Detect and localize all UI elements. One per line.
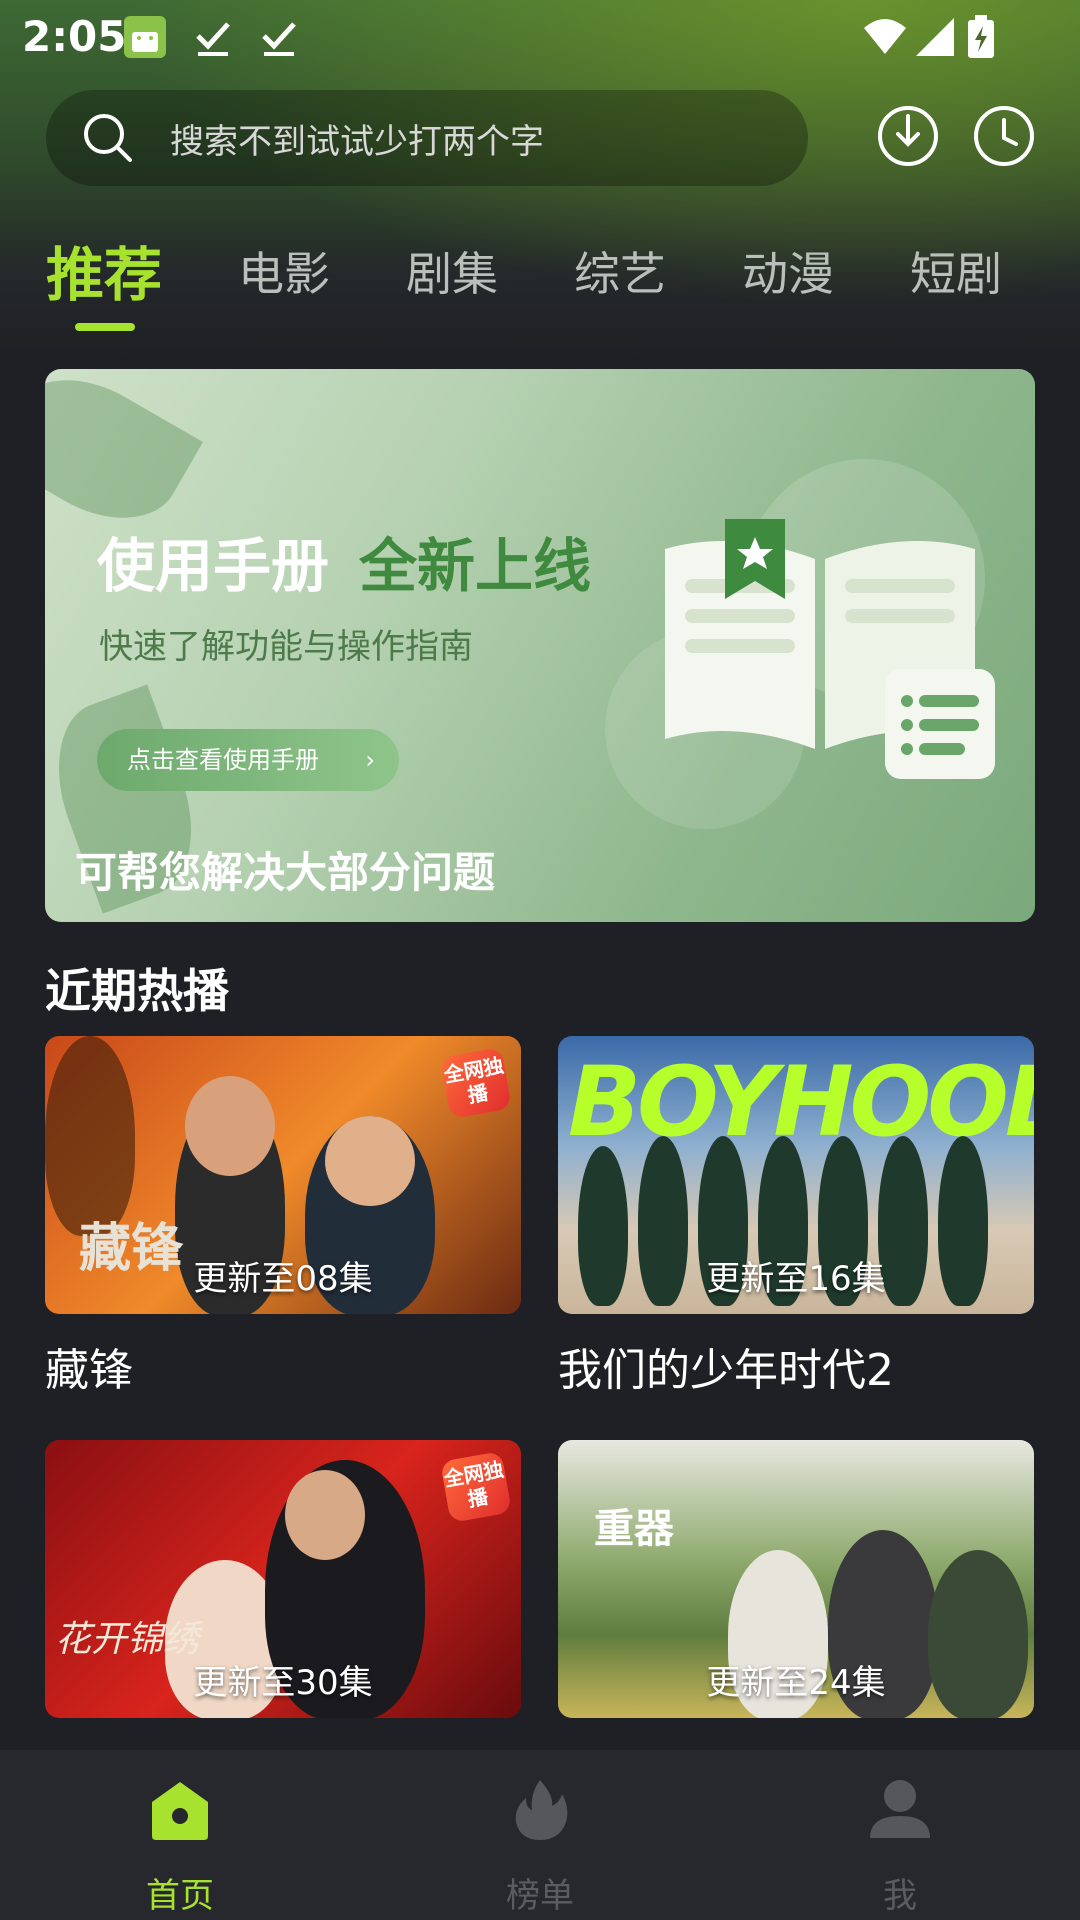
manual-banner[interactable]: 使用手册 全新上线 快速了解功能与操作指南 点击查看使用手册 › 可帮您解决大部… <box>45 369 1035 922</box>
banner-cta-label: 点击查看使用手册 <box>127 746 319 774</box>
banner-cta-button[interactable]: 点击查看使用手册 › <box>97 729 399 791</box>
video-title: 我们的少年时代2 <box>558 1345 894 1396</box>
video-thumbnail: BOYHOOD2 更新至16集 <box>558 1036 1034 1314</box>
bottom-navigation: 首页 榜单 我 <box>0 1750 1080 1920</box>
tab-movie[interactable]: 电影 <box>238 238 330 304</box>
download-done-icon <box>196 22 230 56</box>
book-icon <box>665 519 995 779</box>
poster-title: 重器 <box>594 1506 674 1552</box>
home-icon <box>152 1782 208 1840</box>
status-bar: 2:05 <box>0 0 1080 70</box>
banner-title-b: 全新上线 <box>359 532 592 600</box>
search-icon <box>84 114 132 162</box>
video-card[interactable]: 重器 更新至24集 重器 <box>558 1440 1034 1802</box>
battery-charging-icon <box>968 15 994 58</box>
wifi-icon <box>864 19 906 54</box>
video-card[interactable]: BOYHOOD2 更新至16集 我们的少年时代2 <box>558 1036 1034 1398</box>
nav-ranking[interactable]: 榜单 <box>440 1750 640 1920</box>
video-title: 藏锋 <box>45 1345 133 1396</box>
nav-ranking-label: 榜单 <box>506 1876 574 1916</box>
flame-icon <box>515 1780 568 1840</box>
download-icon[interactable] <box>876 104 940 168</box>
video-card[interactable]: 花开锦绣 全网独播 更新至30集 花开锦绣 <box>45 1440 521 1802</box>
tab-anime[interactable]: 动漫 <box>742 238 834 304</box>
video-card[interactable]: 藏锋 全网独播 更新至08集 藏锋 <box>45 1036 521 1398</box>
tab-recommend[interactable]: 推荐 <box>46 228 162 312</box>
tab-series[interactable]: 剧集 <box>406 238 498 304</box>
profile-icon <box>870 1780 930 1838</box>
nav-profile-label: 我 <box>883 1876 917 1916</box>
tab-variety[interactable]: 综艺 <box>574 238 666 304</box>
chevron-right-icon: › <box>365 746 375 774</box>
episode-badge: 更新至16集 <box>706 1259 886 1299</box>
tab-indicator <box>75 323 135 331</box>
search-placeholder: 搜索不到试试少打两个字 <box>170 122 544 162</box>
video-thumbnail: 重器 更新至24集 <box>558 1440 1034 1718</box>
video-thumbnail: 花开锦绣 全网独播 更新至30集 <box>45 1440 521 1718</box>
episode-badge: 更新至30集 <box>193 1663 373 1703</box>
tab-short-drama[interactable]: 短剧 <box>910 238 1002 304</box>
search-bar[interactable]: 搜索不到试试少打两个字 <box>46 90 808 186</box>
nav-home-label: 首页 <box>146 1876 214 1916</box>
nav-home[interactable]: 首页 <box>80 1750 280 1920</box>
signal-icon <box>916 18 954 56</box>
exclusive-badge: 全网独播 <box>440 1451 512 1523</box>
banner-title-a: 使用手册 <box>97 532 330 600</box>
android-icon <box>124 16 166 58</box>
banner-subtitle: 快速了解功能与操作指南 <box>99 627 473 667</box>
history-icon[interactable] <box>972 104 1036 168</box>
section-title: 近期热播 <box>45 964 229 1018</box>
episode-badge: 更新至08集 <box>193 1259 373 1299</box>
banner-footer-text: 可帮您解决大部分问题 <box>75 848 496 897</box>
download-done-icon <box>262 22 296 56</box>
episode-badge: 更新至24集 <box>706 1663 886 1703</box>
nav-profile[interactable]: 我 <box>800 1750 1000 1920</box>
status-time: 2:05 <box>22 12 127 61</box>
video-thumbnail: 藏锋 全网独播 更新至08集 <box>45 1036 521 1314</box>
exclusive-badge: 全网独播 <box>440 1047 512 1119</box>
category-tabs: 推荐 电影 剧集 综艺 动漫 短剧 <box>0 228 1080 338</box>
